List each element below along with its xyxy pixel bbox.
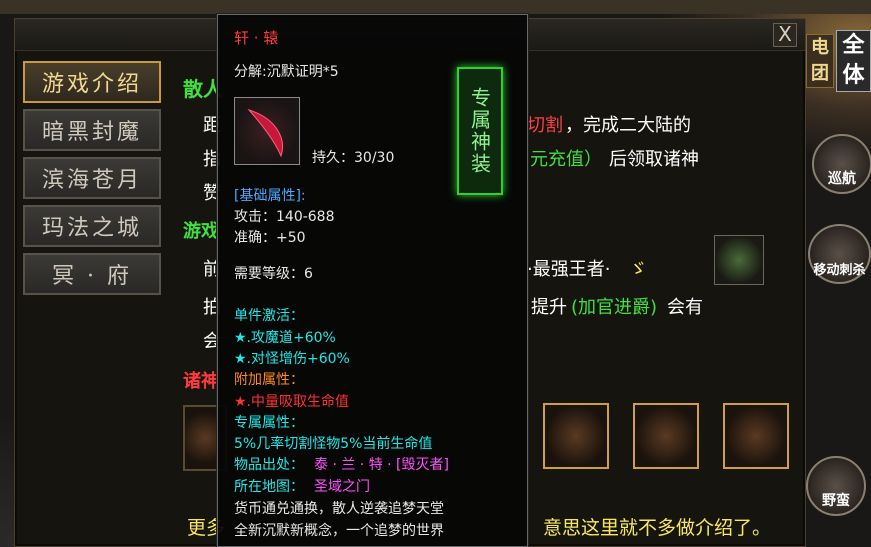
shield-badge-icon[interactable] [714,235,764,285]
section-title-game: 游戏 [183,221,219,242]
source-label: 物品出处： [234,457,304,473]
durability-text: 持久：30/30 [312,150,395,166]
extra-attr-header: 附加属性： [234,372,304,388]
attack-text: 攻击：140-688 [234,209,335,225]
base-attr-header: [基础属性]: [234,188,306,204]
pig-reward-icon[interactable] [723,403,789,469]
intro-line-5b: 提升 [531,297,567,318]
quanti-button[interactable]: 全 体 [836,30,871,92]
intro-line-1b: 切割 [527,115,563,136]
desc-line-2: 全新沉默新概念，一个追梦的世界 [234,523,444,539]
top-strip [0,0,871,14]
level-req-text: 需要等级：6 [234,266,313,282]
single-activate-header: 单件激活： [234,308,304,324]
footer-line-b: 意思这里就不多做介绍了。 [543,517,772,539]
nav-item-game-intro[interactable]: 游戏介绍 [23,61,161,103]
extra-attr-1: ★.中量吸取生命值 [234,394,350,410]
map-value: 圣域之门 [314,479,370,495]
accuracy-text: 准确：+50 [234,230,306,246]
blade-item-icon [234,97,300,165]
dian-label: 电 [811,37,829,58]
dian-tuan-button[interactable]: 电 团 [806,34,834,88]
nav-item-mafa-city[interactable]: 玛法之城 [23,205,161,247]
intro-line-5c: (加官进爵) [571,297,658,318]
exclusive-attr-1: 5%几率切割怪物5%当前生命值 [234,436,433,452]
round-shield-reward-icon[interactable] [633,403,699,469]
savage-label: 野蛮 [822,493,850,509]
map-label: 所在地图： [234,479,304,495]
axe-reward-icon[interactable] [543,403,609,469]
item-name: 轩 · 辕 [234,29,279,47]
close-button[interactable]: X [773,23,797,47]
intro-line-4b: ·最强王者· [527,259,611,280]
intro-line-2b: 元充值） [530,149,602,170]
savage-button[interactable]: 野蛮 [806,456,866,516]
single-attr-2: ★.对怪增伤+60% [234,351,350,367]
intro-line-1c: ，完成二大陆的 [565,115,691,136]
section-title-gods: 诸神 [183,371,219,392]
nav-item-dark-seal[interactable]: 暗黑封魔 [23,109,161,151]
move-assassinate-button[interactable]: 移动刺杀 [808,224,871,284]
move-assassinate-label: 移动刺杀 [813,263,866,278]
ti-label: 体 [842,63,865,88]
nav-item-coastal-moon[interactable]: 滨海苍月 [23,157,161,199]
left-nav: 游戏介绍 暗黑封魔 滨海苍月 玛法之城 冥 · 府 [23,61,163,301]
patrol-button[interactable]: 巡航 [812,134,871,194]
exclusive-attr-header: 专属属性： [234,415,304,431]
desc-line-1: 货币通兑通换，散人逆袭追梦天堂 [234,501,444,517]
single-attr-1: ★.攻魔道+60% [234,330,336,346]
quan-label: 全 [842,33,865,58]
source-value: 泰 · 兰 · 特 · [毁灭者] [314,457,449,473]
decompose-text: 分解:沉默证明*5 [234,64,339,80]
tuan-label: 团 [811,63,829,84]
intro-line-2c: 后领取诸神 [609,149,699,170]
nav-item-underworld[interactable]: 冥 · 府 [23,253,161,295]
item-tooltip: 轩 · 辕 分解:沉默证明*5 持久：30/30 专属神装 [基础属性]: 攻击… [217,14,528,547]
patrol-label: 巡航 [828,171,856,187]
intro-line-4c: ゞ [629,259,647,280]
exclusive-gear-tag: 专属神装 [457,67,503,195]
intro-line-5d: 会有 [667,297,703,318]
